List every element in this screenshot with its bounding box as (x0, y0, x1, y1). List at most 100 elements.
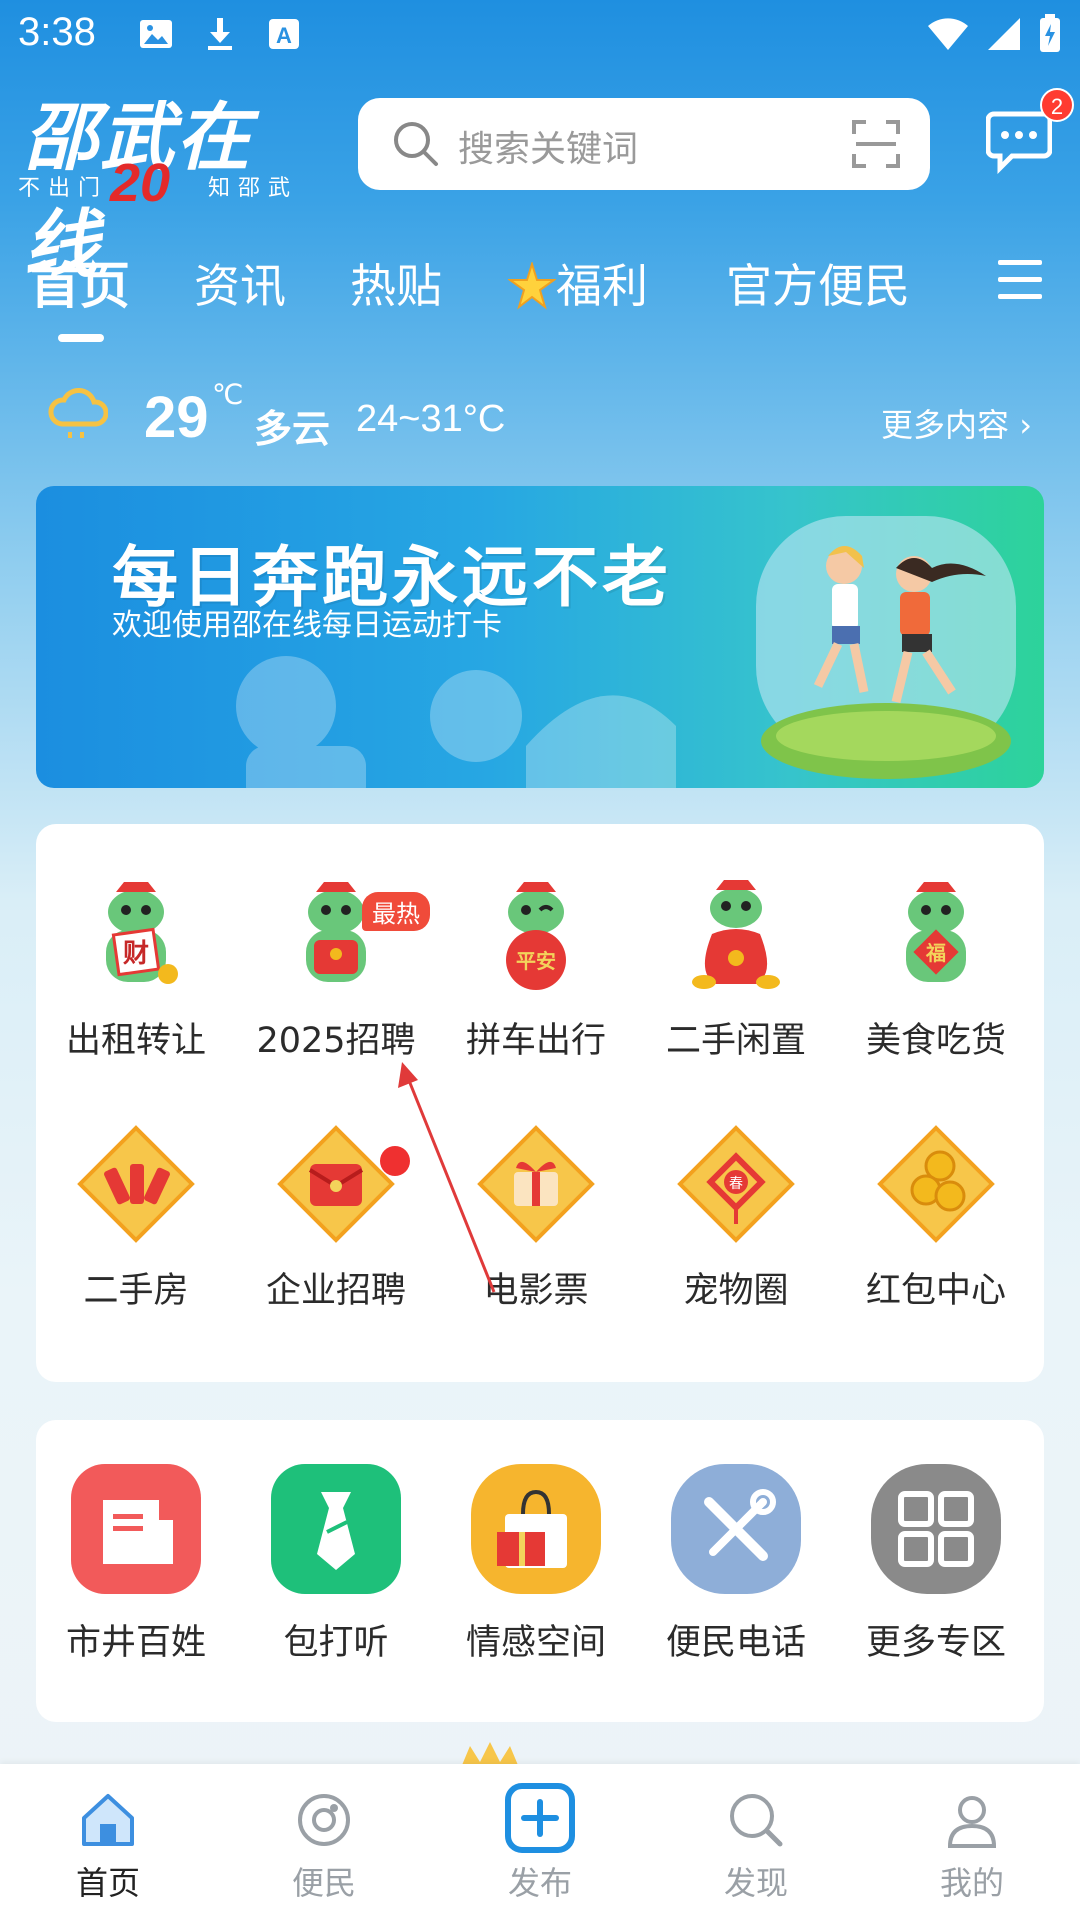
signal-icon (986, 16, 1022, 56)
grid-label: 二手房 (83, 1271, 189, 1311)
grid-label: 企业招聘 (265, 1271, 406, 1311)
grid-label: 出租转让 (65, 1021, 206, 1061)
svg-text:财: 财 (123, 939, 149, 969)
mascot-moneybag-icon (692, 880, 780, 989)
nav-label: 便民 (291, 1864, 356, 1902)
tab-news[interactable]: 资讯 (194, 250, 286, 316)
font-a-icon: A (266, 16, 302, 52)
weather-description: 多云 (254, 407, 331, 451)
tab-welfare[interactable]: 福利 (506, 250, 648, 316)
grid-item-pet-circle[interactable]: 春 宠物圈 (636, 1124, 836, 1324)
grid-label: 市井百姓 (65, 1623, 206, 1663)
app-logo: 邵武在线 不出门 知邵武 20 (14, 78, 314, 288)
mascot-cai-icon: 财 (106, 882, 178, 984)
tools-icon (671, 1464, 801, 1594)
nav-label: 发现 (723, 1864, 788, 1902)
grid-item-service-phone[interactable]: 便民电话 (636, 1462, 836, 1663)
nav-home[interactable]: 首页 (0, 1764, 216, 1920)
grid-label: 2025招聘 (256, 1021, 416, 1061)
grid-item-rent-transfer[interactable]: 财 出租转让 (36, 874, 236, 1074)
gift-icon (477, 1125, 595, 1243)
grid-item-emotion-space[interactable]: 情感空间 (436, 1462, 636, 1663)
grid-label: 宠物圈 (683, 1271, 789, 1311)
tie-icon (271, 1464, 401, 1594)
grid-label: 电影票 (483, 1271, 589, 1311)
search-icon (392, 120, 440, 168)
grid-label: 红包中心 (865, 1271, 1006, 1311)
download-icon (202, 16, 238, 52)
discover-search-icon (730, 1794, 783, 1847)
menu-icon[interactable] (996, 258, 1044, 302)
compass-icon (298, 1794, 350, 1846)
logo-sub-left: 不出门 (18, 176, 109, 201)
wifi-icon (926, 16, 970, 56)
grid-item-carpool[interactable]: 平安 拼车出行 (436, 874, 636, 1074)
grid-label: 情感空间 (465, 1623, 606, 1663)
grid-item-inquiry[interactable]: 包打听 (236, 1462, 436, 1663)
runners-illustration (756, 516, 1016, 779)
grid-item-movie-tickets[interactable]: 电影票 (436, 1124, 636, 1324)
sun-star-icon (506, 260, 558, 310)
banner-subtitle: 欢迎使用邵在线每日运动打卡 (112, 608, 502, 643)
grid-item-more-zones[interactable]: 更多专区 (836, 1462, 1036, 1663)
nav-convenience[interactable]: 便民 (216, 1764, 432, 1920)
tab-welfare-label: 福利 (556, 259, 648, 313)
top-tabs: 首页 资讯 热贴 福利 官方便民 (0, 240, 1080, 342)
scan-icon[interactable] (852, 120, 900, 168)
grid-item-citizens[interactable]: 市井百姓 (36, 1462, 236, 1663)
message-icon[interactable] (985, 108, 1053, 175)
weather-unit: ℃ (212, 378, 244, 411)
grid-item-redpacket-center[interactable]: 红包中心 (836, 1124, 1036, 1324)
grid-item-second-hand[interactable]: 二手闲置 (636, 874, 836, 1074)
grid-item-second-hand-house[interactable]: 二手房 (36, 1124, 236, 1324)
building-icon (71, 1464, 201, 1594)
weather-range: 24~31°C (356, 398, 506, 440)
tab-home[interactable]: 首页 (30, 246, 130, 318)
weather-temperature: 29 (144, 385, 209, 450)
home-icon (82, 1794, 134, 1846)
search-input[interactable]: 搜索关键词 (458, 120, 638, 172)
grid-item-food[interactable]: 福 美食吃货 (836, 874, 1036, 1074)
promo-banner[interactable]: 每日奔跑永远不老 欢迎使用邵在线每日运动打卡 (36, 486, 1044, 788)
grid-label: 二手闲置 (665, 1021, 806, 1061)
grid-label: 便民电话 (665, 1623, 806, 1663)
grid-label: 更多专区 (865, 1623, 1006, 1663)
svg-text:福: 福 (925, 941, 946, 965)
weather-bar: 29 ℃ 多云 24~31°C 更多内容 › (0, 376, 1080, 466)
nav-mine[interactable]: 我的 (864, 1764, 1080, 1920)
nav-discover[interactable]: 发现 (648, 1764, 864, 1920)
gold-coins-icon (877, 1125, 995, 1243)
nav-label: 我的 (939, 1864, 1004, 1902)
gift-bag-icon (471, 1464, 601, 1594)
status-time: 3:38 (18, 10, 96, 54)
cloudy-weather-icon (48, 386, 109, 442)
tab-hot-posts[interactable]: 热贴 (350, 250, 442, 316)
battery-icon (1038, 14, 1062, 58)
search-bar[interactable]: 搜索关键词 (358, 98, 930, 190)
tab-official-service[interactable]: 官方便民 (726, 250, 910, 316)
nav-label: 发布 (507, 1864, 572, 1902)
chinese-knot-icon: 春 (677, 1125, 795, 1243)
logo-anniversary: 20 (110, 153, 171, 213)
gallery-icon (138, 16, 174, 52)
mascot-fu-icon: 福 (906, 882, 966, 982)
grid-label: 包打听 (283, 1623, 389, 1663)
grid-label: 拼车出行 (465, 1021, 606, 1061)
new-dot-badge (380, 1146, 410, 1176)
banner-background-art (236, 656, 676, 788)
firecracker-icon (77, 1125, 195, 1243)
more-content-link[interactable]: 更多内容 › (881, 400, 1032, 446)
nav-publish[interactable]: 发布 (432, 1764, 648, 1920)
red-envelope-icon (277, 1125, 395, 1243)
mascot-pingan-icon: 平安 (506, 882, 566, 990)
hot-badge: 最热 (362, 892, 430, 931)
svg-text:A: A (276, 23, 292, 48)
message-badge: 2 (1040, 88, 1074, 122)
svg-text:春: 春 (729, 1176, 743, 1192)
nav-label: 首页 (75, 1864, 140, 1902)
logo-sub-right: 知邵武 (208, 176, 299, 201)
grid-label: 美食吃货 (865, 1021, 1006, 1061)
bottom-nav: 首页 便民 发布 发现 我的 (0, 1764, 1080, 1920)
svg-text:平安: 平安 (516, 949, 556, 973)
plus-square-icon (505, 1783, 575, 1853)
